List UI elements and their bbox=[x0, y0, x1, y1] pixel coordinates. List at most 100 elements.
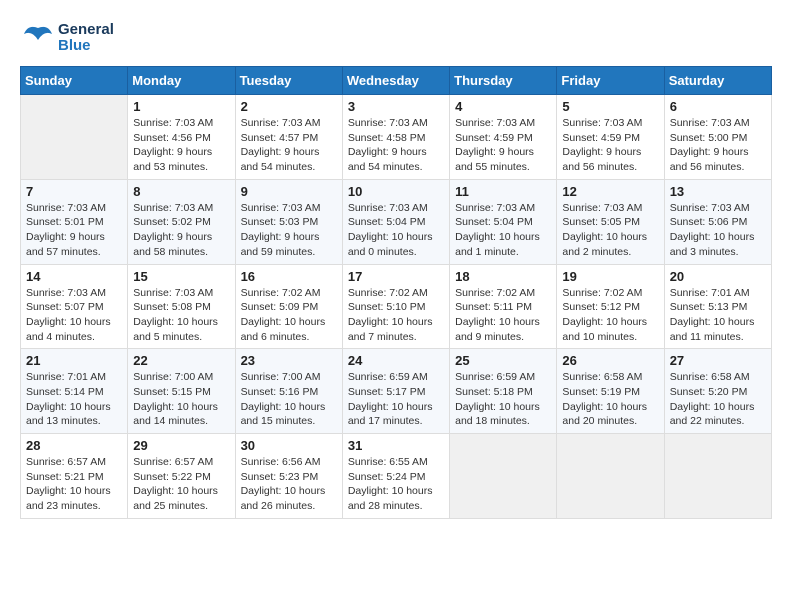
calendar-cell: 9 Sunrise: 7:03 AMSunset: 5:03 PMDaylight… bbox=[235, 179, 342, 264]
day-info: Sunrise: 6:58 AMSunset: 5:20 PMDaylight:… bbox=[670, 370, 766, 429]
weekday-header: Monday bbox=[128, 67, 235, 95]
calendar-cell: 10 Sunrise: 7:03 AMSunset: 5:04 PMDayligh… bbox=[342, 179, 449, 264]
day-info: Sunrise: 7:03 AMSunset: 5:03 PMDaylight:… bbox=[241, 201, 337, 260]
calendar-cell: 14 Sunrise: 7:03 AMSunset: 5:07 PMDayligh… bbox=[21, 264, 128, 349]
calendar-cell: 31 Sunrise: 6:55 AMSunset: 5:24 PMDayligh… bbox=[342, 434, 449, 519]
weekday-header: Sunday bbox=[21, 67, 128, 95]
calendar-cell: 20 Sunrise: 7:01 AMSunset: 5:13 PMDayligh… bbox=[664, 264, 771, 349]
weekday-header: Saturday bbox=[664, 67, 771, 95]
day-number: 30 bbox=[241, 438, 337, 453]
day-number: 9 bbox=[241, 184, 337, 199]
weekday-header: Wednesday bbox=[342, 67, 449, 95]
day-number: 25 bbox=[455, 353, 551, 368]
day-number: 6 bbox=[670, 99, 766, 114]
calendar-cell: 8Sunrise: 7:03 AMSunset: 5:02 PMDaylight… bbox=[128, 179, 235, 264]
calendar-week-row: 28 Sunrise: 6:57 AMSunset: 5:21 PMDayligh… bbox=[21, 434, 772, 519]
day-number: 4 bbox=[455, 99, 551, 114]
day-number: 11 bbox=[455, 184, 551, 199]
day-number: 3 bbox=[348, 99, 444, 114]
day-info: Sunrise: 7:03 AMSunset: 5:04 PMDaylight:… bbox=[455, 201, 551, 260]
calendar-cell: 6 Sunrise: 7:03 AMSunset: 5:00 PMDaylight… bbox=[664, 95, 771, 180]
day-number: 7 bbox=[26, 184, 122, 199]
day-number: 29 bbox=[133, 438, 229, 453]
calendar-cell: 24 Sunrise: 6:59 AMSunset: 5:17 PMDayligh… bbox=[342, 349, 449, 434]
day-number: 12 bbox=[562, 184, 658, 199]
calendar-header-row: SundayMondayTuesdayWednesdayThursdayFrid… bbox=[21, 67, 772, 95]
day-info: Sunrise: 7:03 AMSunset: 4:57 PMDaylight:… bbox=[241, 116, 337, 175]
day-number: 23 bbox=[241, 353, 337, 368]
day-info: Sunrise: 7:03 AMSunset: 4:58 PMDaylight:… bbox=[348, 116, 444, 175]
calendar-cell: 7 Sunrise: 7:03 AMSunset: 5:01 PMDaylight… bbox=[21, 179, 128, 264]
calendar-cell: 23 Sunrise: 7:00 AMSunset: 5:16 PMDayligh… bbox=[235, 349, 342, 434]
day-info: Sunrise: 7:03 AMSunset: 5:06 PMDaylight:… bbox=[670, 201, 766, 260]
calendar-table: SundayMondayTuesdayWednesdayThursdayFrid… bbox=[20, 66, 772, 519]
day-info: Sunrise: 7:03 AMSunset: 5:01 PMDaylight:… bbox=[26, 201, 122, 260]
day-info: Sunrise: 7:03 AMSunset: 4:59 PMDaylight:… bbox=[455, 116, 551, 175]
day-info: Sunrise: 7:03 AMSunset: 4:59 PMDaylight:… bbox=[562, 116, 658, 175]
day-info: Sunrise: 6:57 AMSunset: 5:21 PMDaylight:… bbox=[26, 455, 122, 514]
day-info: Sunrise: 7:03 AMSunset: 5:07 PMDaylight:… bbox=[26, 286, 122, 345]
day-number: 20 bbox=[670, 269, 766, 284]
calendar-cell: 16Sunrise: 7:02 AMSunset: 5:09 PMDayligh… bbox=[235, 264, 342, 349]
day-number: 22 bbox=[133, 353, 229, 368]
day-info: Sunrise: 7:00 AMSunset: 5:15 PMDaylight:… bbox=[133, 370, 229, 429]
day-number: 1 bbox=[133, 99, 229, 114]
day-number: 28 bbox=[26, 438, 122, 453]
day-info: Sunrise: 6:57 AMSunset: 5:22 PMDaylight:… bbox=[133, 455, 229, 514]
calendar-cell: 17Sunrise: 7:02 AMSunset: 5:10 PMDayligh… bbox=[342, 264, 449, 349]
calendar-week-row: 21 Sunrise: 7:01 AMSunset: 5:14 PMDayligh… bbox=[21, 349, 772, 434]
day-info: Sunrise: 7:03 AMSunset: 5:00 PMDaylight:… bbox=[670, 116, 766, 175]
weekday-header: Tuesday bbox=[235, 67, 342, 95]
day-info: Sunrise: 7:03 AMSunset: 5:05 PMDaylight:… bbox=[562, 201, 658, 260]
calendar-cell: 5Sunrise: 7:03 AMSunset: 4:59 PMDaylight… bbox=[557, 95, 664, 180]
calendar-cell: 19 Sunrise: 7:02 AMSunset: 5:12 PMDayligh… bbox=[557, 264, 664, 349]
day-info: Sunrise: 7:03 AMSunset: 5:04 PMDaylight:… bbox=[348, 201, 444, 260]
logo: General Blue bbox=[20, 20, 114, 56]
calendar-week-row: 7 Sunrise: 7:03 AMSunset: 5:01 PMDaylight… bbox=[21, 179, 772, 264]
day-number: 31 bbox=[348, 438, 444, 453]
day-number: 8 bbox=[133, 184, 229, 199]
calendar-cell bbox=[557, 434, 664, 519]
day-info: Sunrise: 7:00 AMSunset: 5:16 PMDaylight:… bbox=[241, 370, 337, 429]
calendar-cell: 12 Sunrise: 7:03 AMSunset: 5:05 PMDayligh… bbox=[557, 179, 664, 264]
day-info: Sunrise: 7:02 AMSunset: 5:12 PMDaylight:… bbox=[562, 286, 658, 345]
weekday-header: Thursday bbox=[450, 67, 557, 95]
calendar-cell: 18 Sunrise: 7:02 AMSunset: 5:11 PMDayligh… bbox=[450, 264, 557, 349]
calendar-cell: 2 Sunrise: 7:03 AMSunset: 4:57 PMDaylight… bbox=[235, 95, 342, 180]
day-number: 18 bbox=[455, 269, 551, 284]
calendar-cell: 11 Sunrise: 7:03 AMSunset: 5:04 PMDayligh… bbox=[450, 179, 557, 264]
day-number: 13 bbox=[670, 184, 766, 199]
logo-line2: Blue bbox=[58, 38, 114, 55]
day-number: 19 bbox=[562, 269, 658, 284]
day-info: Sunrise: 6:56 AMSunset: 5:23 PMDaylight:… bbox=[241, 455, 337, 514]
calendar-cell: 15 Sunrise: 7:03 AMSunset: 5:08 PMDayligh… bbox=[128, 264, 235, 349]
calendar-cell bbox=[21, 95, 128, 180]
calendar-cell: 3 Sunrise: 7:03 AMSunset: 4:58 PMDaylight… bbox=[342, 95, 449, 180]
day-number: 21 bbox=[26, 353, 122, 368]
calendar-week-row: 14 Sunrise: 7:03 AMSunset: 5:07 PMDayligh… bbox=[21, 264, 772, 349]
calendar-cell: 29 Sunrise: 6:57 AMSunset: 5:22 PMDayligh… bbox=[128, 434, 235, 519]
day-info: Sunrise: 6:59 AMSunset: 5:18 PMDaylight:… bbox=[455, 370, 551, 429]
calendar-cell: 26Sunrise: 6:58 AMSunset: 5:19 PMDayligh… bbox=[557, 349, 664, 434]
day-number: 10 bbox=[348, 184, 444, 199]
calendar-cell: 4 Sunrise: 7:03 AMSunset: 4:59 PMDaylight… bbox=[450, 95, 557, 180]
day-info: Sunrise: 7:01 AMSunset: 5:14 PMDaylight:… bbox=[26, 370, 122, 429]
day-number: 16 bbox=[241, 269, 337, 284]
day-info: Sunrise: 6:59 AMSunset: 5:17 PMDaylight:… bbox=[348, 370, 444, 429]
calendar-cell bbox=[664, 434, 771, 519]
calendar-cell: 22 Sunrise: 7:00 AMSunset: 5:15 PMDayligh… bbox=[128, 349, 235, 434]
day-number: 15 bbox=[133, 269, 229, 284]
day-info: Sunrise: 7:02 AMSunset: 5:11 PMDaylight:… bbox=[455, 286, 551, 345]
day-number: 24 bbox=[348, 353, 444, 368]
calendar-cell: 30 Sunrise: 6:56 AMSunset: 5:23 PMDayligh… bbox=[235, 434, 342, 519]
day-info: Sunrise: 6:55 AMSunset: 5:24 PMDaylight:… bbox=[348, 455, 444, 514]
day-info: Sunrise: 7:01 AMSunset: 5:13 PMDaylight:… bbox=[670, 286, 766, 345]
logo-bird-icon bbox=[20, 20, 56, 56]
day-number: 27 bbox=[670, 353, 766, 368]
calendar-cell: 27 Sunrise: 6:58 AMSunset: 5:20 PMDayligh… bbox=[664, 349, 771, 434]
calendar-cell: 21 Sunrise: 7:01 AMSunset: 5:14 PMDayligh… bbox=[21, 349, 128, 434]
day-number: 14 bbox=[26, 269, 122, 284]
day-info: Sunrise: 7:03 AMSunset: 5:08 PMDaylight:… bbox=[133, 286, 229, 345]
day-number: 2 bbox=[241, 99, 337, 114]
day-info: Sunrise: 7:03 AMSunset: 4:56 PMDaylight:… bbox=[133, 116, 229, 175]
